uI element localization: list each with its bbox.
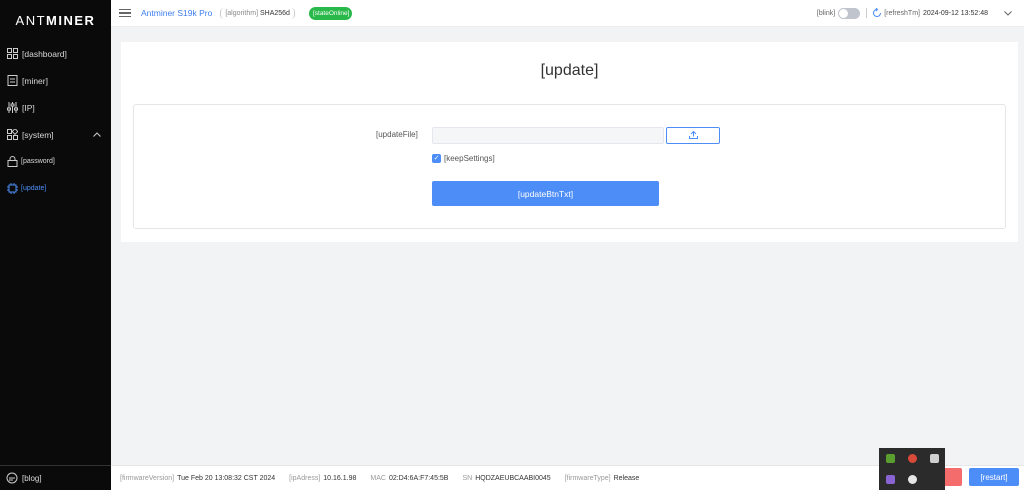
sidebar-item-ip[interactable]: [IP] xyxy=(0,94,111,121)
algorithm-badge: [algorithm] SHA256d xyxy=(220,7,295,19)
logo-text-ant: ANT xyxy=(15,12,47,28)
sidebar-item-dashboard[interactable]: [dashboard] xyxy=(0,40,111,67)
update-file-label: [updateFile] xyxy=(376,130,418,139)
blog-icon xyxy=(6,472,18,484)
security-icon[interactable] xyxy=(907,475,917,484)
restart-button[interactable]: [restart] xyxy=(969,468,1019,486)
sidebar-item-label: [dashboard] xyxy=(22,48,67,59)
sliders-icon xyxy=(6,102,18,114)
status-text: [stateOnline] xyxy=(312,9,350,17)
upload-button[interactable] xyxy=(666,127,720,144)
ip-address-value: 10.16.1.98 xyxy=(323,474,357,482)
serial-key: SN xyxy=(462,474,473,482)
reset-button[interactable] xyxy=(942,468,962,486)
sidebar-item-password[interactable]: [password] xyxy=(0,148,111,175)
apps-icon xyxy=(6,129,18,141)
chip-icon xyxy=(6,183,18,195)
document-icon xyxy=(6,75,18,87)
sidebar-item-miner[interactable]: [miner] xyxy=(0,67,111,94)
sidebar-item-system[interactable]: [system] xyxy=(0,121,111,148)
grid-icon xyxy=(6,48,18,60)
keep-settings-checkbox[interactable]: ✓ xyxy=(432,154,441,163)
sidebar-item-label: [password] xyxy=(21,158,55,165)
update-button[interactable]: [updateBtnTxt] xyxy=(432,181,659,206)
lock-icon xyxy=(6,156,18,168)
chrome-icon[interactable] xyxy=(907,454,917,463)
update-form: [updateFile] ✓ [keepSettings] [updateBtn… xyxy=(133,104,1006,229)
sidebar-item-label: [IP] xyxy=(22,102,35,113)
ip-address-key: [ipAdress] xyxy=(289,474,321,482)
blog-label: [blog] xyxy=(22,473,42,483)
firmware-type-value: Release xyxy=(613,474,640,482)
logo-text-miner: MINER xyxy=(46,12,96,28)
update-card: [update] [updateFile] ✓ [keepSettings] [… xyxy=(121,42,1018,242)
refresh-time: 2024-09-12 13:52:48 xyxy=(923,9,988,17)
sidebar-item-label: [update] xyxy=(21,185,47,192)
algorithm-key: [algorithm] xyxy=(225,9,259,17)
pen-icon[interactable] xyxy=(885,475,895,484)
serial-value: HQDZAEUBCAABI0045 xyxy=(475,474,551,482)
miner-model: Antminer S19k Pro xyxy=(141,8,213,18)
sidebar-item-label: [miner] xyxy=(22,75,48,86)
keep-settings-option[interactable]: ✓ [keepSettings] xyxy=(432,154,495,163)
system-tray-popup xyxy=(879,448,945,490)
nvidia-icon[interactable] xyxy=(885,454,895,463)
chevron-down-icon[interactable] xyxy=(1004,9,1012,18)
sidebar-item-blog[interactable]: [blog] xyxy=(0,465,111,490)
sidebar-item-label: [system] xyxy=(22,129,54,140)
refresh-icon[interactable] xyxy=(872,7,882,18)
mac-key: MAC xyxy=(370,474,386,482)
algorithm-value: SHA256d xyxy=(259,9,290,17)
firmware-version-key: [firmwareVersion] xyxy=(120,474,175,482)
keep-settings-label: [keepSettings] xyxy=(444,154,495,163)
mac-value: 02:D4:6A:F7:45:5B xyxy=(388,474,449,482)
top-header: Antminer S19k Pro [algorithm] SHA256d [s… xyxy=(111,0,1024,27)
header-controls: [blink] [refreshTm] 2024-09-12 13:52:48 xyxy=(816,7,1024,19)
sidebar-item-update[interactable]: [update] xyxy=(0,175,111,202)
upload-icon xyxy=(688,130,698,141)
update-file-input[interactable] xyxy=(432,127,664,144)
printer-icon[interactable] xyxy=(929,454,939,463)
chevron-up-icon xyxy=(93,130,101,139)
blink-label: [blink] xyxy=(816,9,836,17)
status-badge: [stateOnline] xyxy=(308,6,352,20)
firmware-version-value: Tue Feb 20 13:08:32 CST 2024 xyxy=(177,474,276,482)
antminer-logo: ANT MINER xyxy=(0,0,111,40)
sidebar: ANT MINER [dashboard] [miner] [IP] [syste… xyxy=(0,0,111,490)
refresh-label: [refreshTm] xyxy=(884,9,920,17)
menu-icon[interactable] xyxy=(119,7,131,19)
page-title: [update] xyxy=(540,62,599,79)
divider xyxy=(866,8,868,18)
blink-toggle[interactable] xyxy=(838,7,861,19)
firmware-type-key: [firmwareType] xyxy=(564,474,611,482)
